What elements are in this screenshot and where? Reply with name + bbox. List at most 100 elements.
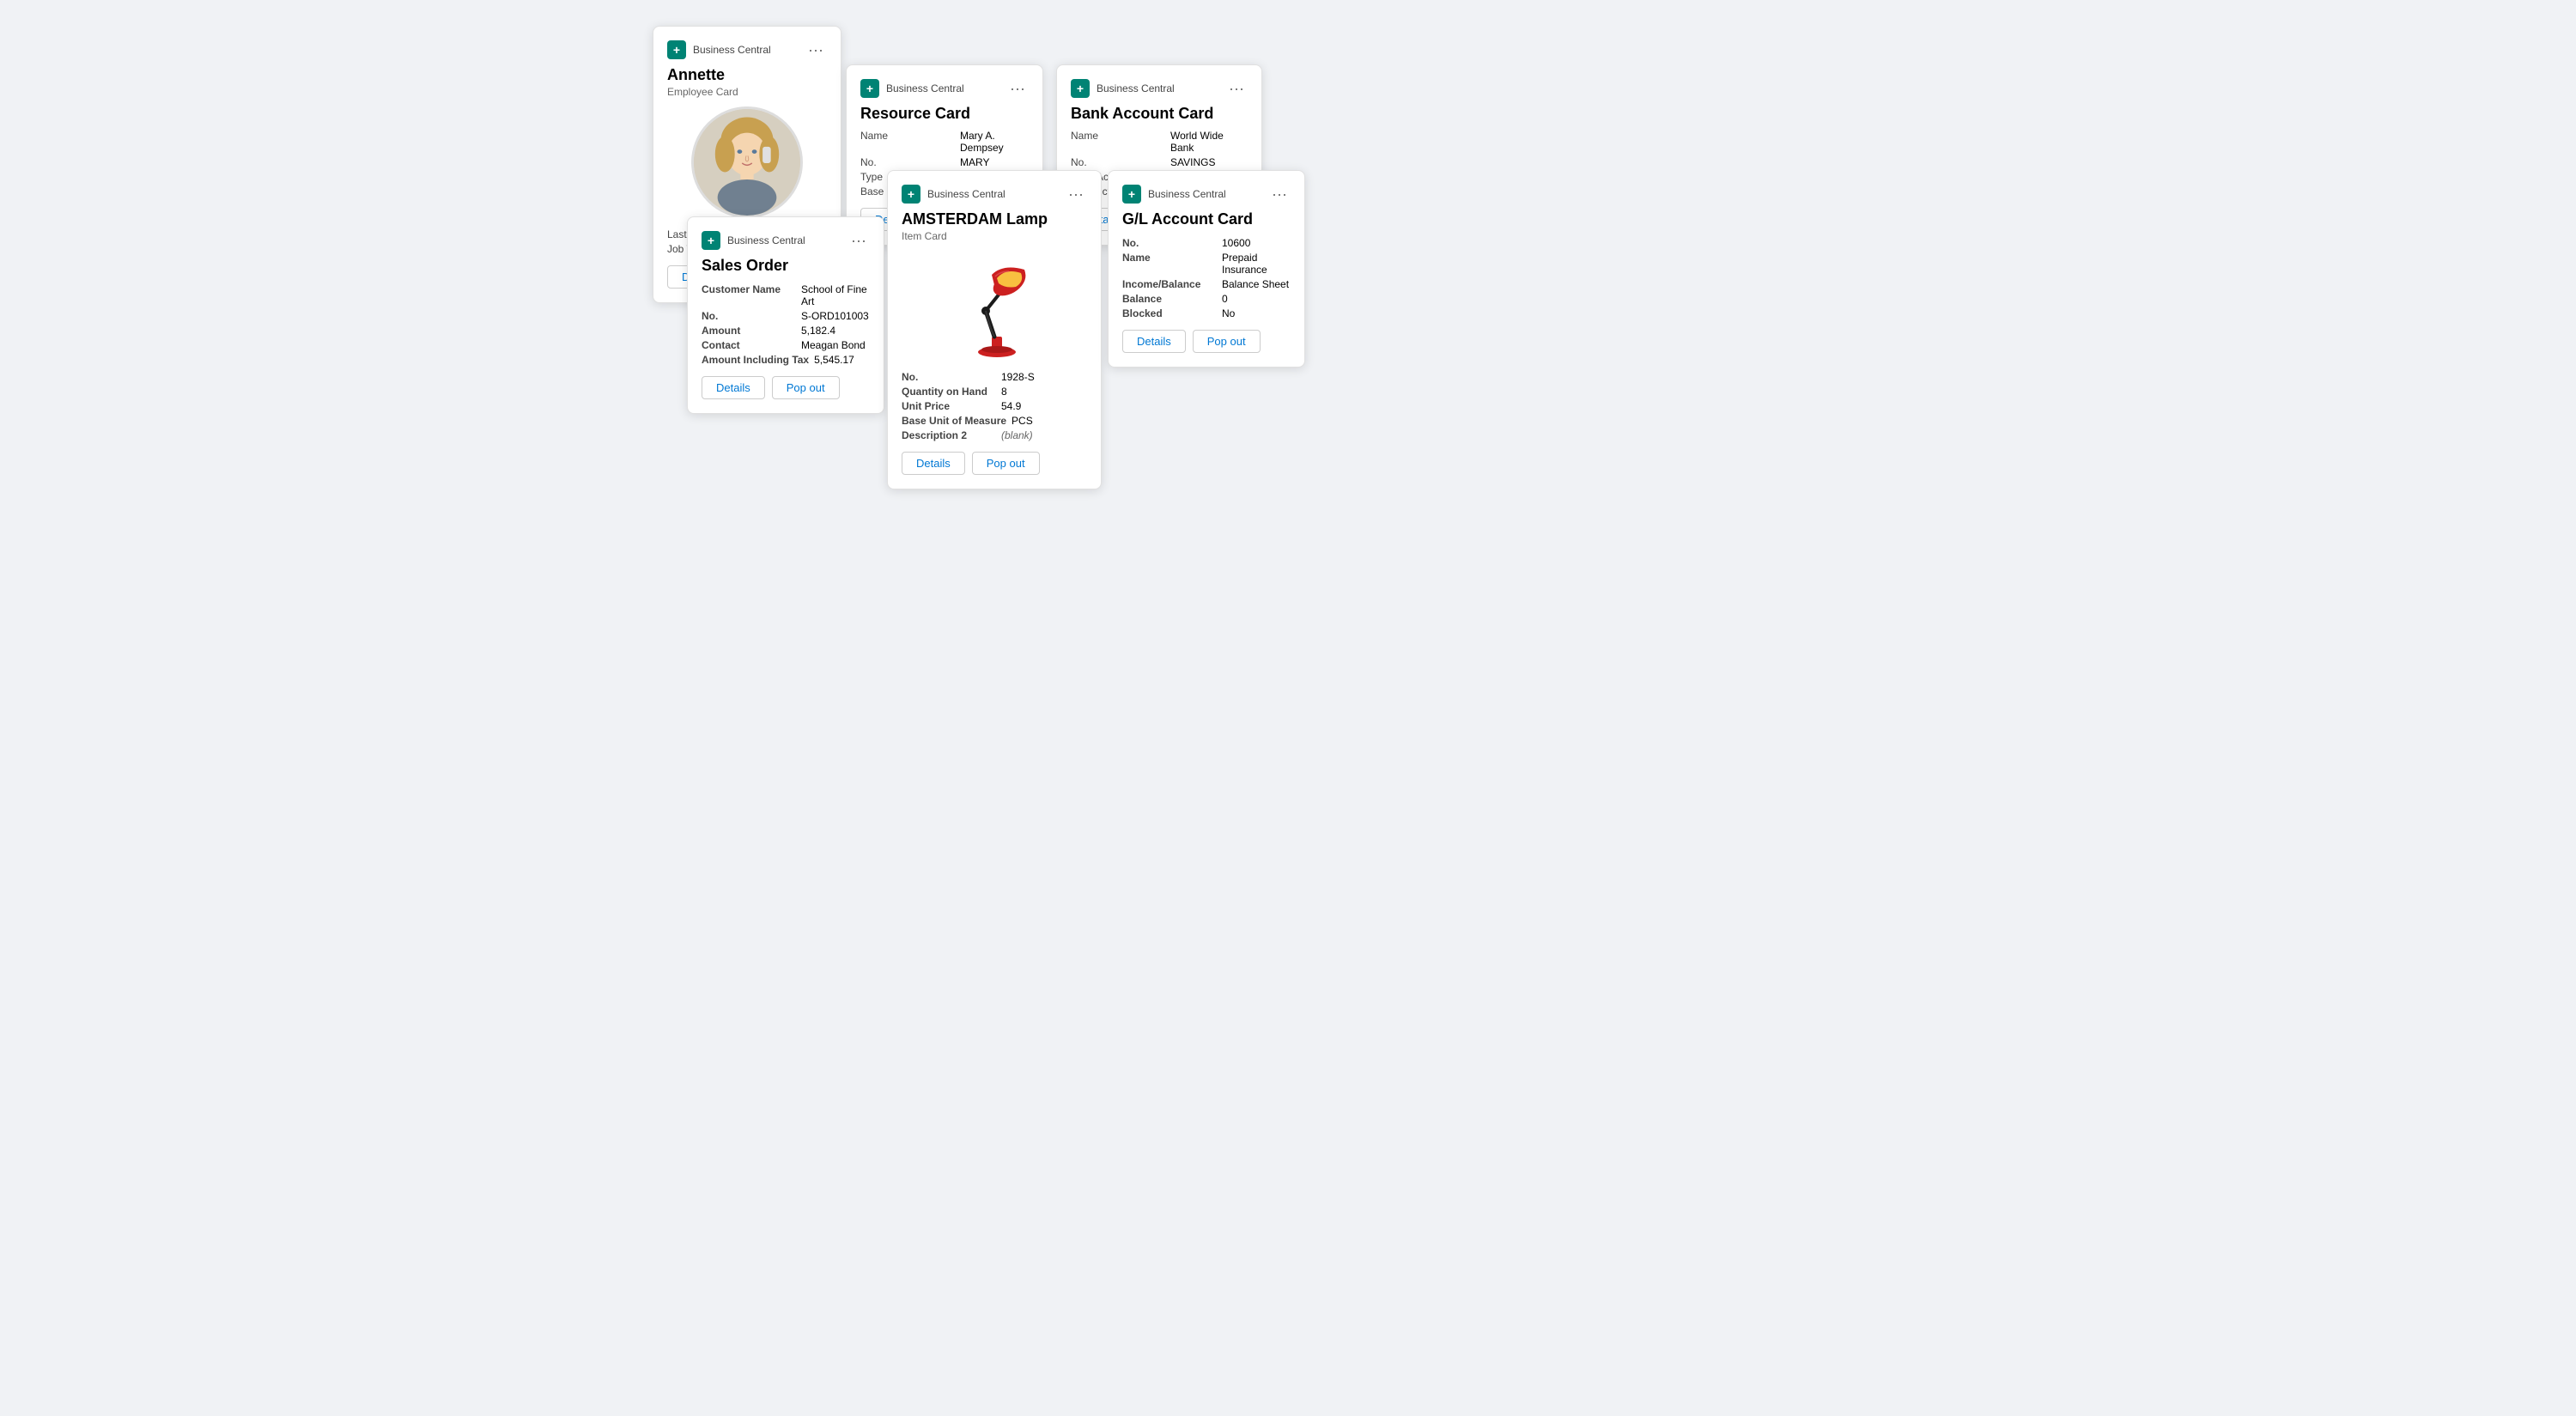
- item-price-row: Unit Price 54.9: [902, 400, 1087, 412]
- more-menu-resource[interactable]: ···: [1006, 79, 1029, 98]
- bc-icon-resource: +: [860, 79, 879, 98]
- resource-card-header: + Business Central ···: [860, 79, 1029, 98]
- bank-name-row: Name World Wide Bank: [1071, 130, 1248, 154]
- employee-avatar-wrap: [667, 106, 827, 218]
- sales-contact-value: Meagan Bond: [801, 339, 866, 351]
- sales-amount-value: 5,182.4: [801, 325, 835, 337]
- more-menu-sales[interactable]: ···: [848, 231, 870, 250]
- item-details-button[interactable]: Details: [902, 452, 965, 475]
- sales-contact-label: Contact: [702, 339, 796, 351]
- bank-name-value: World Wide Bank: [1170, 130, 1248, 154]
- bank-card-header-left: + Business Central: [1071, 79, 1175, 98]
- gl-account-card: + Business Central ··· G/L Account Card …: [1108, 170, 1305, 368]
- more-menu-item[interactable]: ···: [1065, 185, 1087, 204]
- bc-icon-sales: +: [702, 231, 720, 250]
- sales-tax-label: Amount Including Tax: [702, 354, 809, 366]
- sales-customer-row: Customer Name School of Fine Art: [702, 283, 870, 307]
- bank-no-value: SAVINGS: [1170, 156, 1215, 168]
- item-desc2-row: Description 2 (blank): [902, 429, 1087, 441]
- sales-customer-label: Customer Name: [702, 283, 796, 307]
- sales-customer-value: School of Fine Art: [801, 283, 870, 307]
- item-qty-value: 8: [1001, 386, 1007, 398]
- item-no-row: No. 1928-S: [902, 371, 1087, 383]
- bank-name-label: Name: [1071, 130, 1165, 154]
- item-card-header: + Business Central ···: [902, 185, 1087, 204]
- item-popout-button[interactable]: Pop out: [972, 452, 1040, 475]
- bc-label-bank: Business Central: [1097, 82, 1175, 94]
- sales-contact-row: Contact Meagan Bond: [702, 339, 870, 351]
- bc-label-gl: Business Central: [1148, 188, 1226, 200]
- resource-no-label: No.: [860, 156, 955, 168]
- bc-label-employee: Business Central: [693, 44, 771, 56]
- sales-actions: Details Pop out: [702, 376, 870, 399]
- sales-amount-row: Amount 5,182.4: [702, 325, 870, 337]
- gl-name-row: Name Prepaid Insurance: [1122, 252, 1291, 276]
- gl-popout-button[interactable]: Pop out: [1193, 330, 1261, 353]
- bank-no-label: No.: [1071, 156, 1165, 168]
- gl-income-label: Income/Balance: [1122, 278, 1217, 290]
- bc-icon-gl: +: [1122, 185, 1141, 204]
- bc-icon-item: +: [902, 185, 920, 204]
- resource-name-value: Mary A. Dempsey: [960, 130, 1029, 154]
- item-qty-row: Quantity on Hand 8: [902, 386, 1087, 398]
- sales-details-button[interactable]: Details: [702, 376, 765, 399]
- gl-income-row: Income/Balance Balance Sheet: [1122, 278, 1291, 290]
- employee-card-header: + Business Central ···: [667, 40, 827, 59]
- sales-title: Sales Order: [702, 257, 870, 275]
- resource-card-header-left: + Business Central: [860, 79, 964, 98]
- gl-no-value: 10600: [1222, 237, 1250, 249]
- bc-icon-bank: +: [1071, 79, 1090, 98]
- resource-no-row: No. MARY: [860, 156, 1029, 168]
- item-baseunit-row: Base Unit of Measure PCS: [902, 415, 1087, 427]
- gl-balance-row: Balance 0: [1122, 293, 1291, 305]
- bc-label-sales: Business Central: [727, 234, 805, 246]
- item-baseunit-label: Base Unit of Measure: [902, 415, 1006, 427]
- gl-no-label: No.: [1122, 237, 1217, 249]
- gl-blocked-label: Blocked: [1122, 307, 1217, 319]
- bank-title: Bank Account Card: [1071, 105, 1248, 123]
- employee-subtitle: Employee Card: [667, 86, 827, 98]
- sales-amount-label: Amount: [702, 325, 796, 337]
- bank-no-row: No. SAVINGS: [1071, 156, 1248, 168]
- bc-icon-employee: +: [667, 40, 686, 59]
- sales-card-header: + Business Central ···: [702, 231, 870, 250]
- employee-title: Annette: [667, 66, 827, 84]
- item-price-value: 54.9: [1001, 400, 1021, 412]
- employee-card-header-left: + Business Central: [667, 40, 771, 59]
- gl-blocked-value: No: [1222, 307, 1235, 319]
- more-menu-employee[interactable]: ···: [805, 40, 827, 59]
- avatar-svg: [694, 109, 800, 216]
- gl-balance-value: 0: [1222, 293, 1228, 305]
- gl-balance-label: Balance: [1122, 293, 1217, 305]
- item-desc2-value: (blank): [1001, 429, 1033, 441]
- sales-no-row: No. S-ORD101003: [702, 310, 870, 322]
- sales-no-label: No.: [702, 310, 796, 322]
- gl-income-value: Balance Sheet: [1222, 278, 1289, 290]
- sales-popout-button[interactable]: Pop out: [772, 376, 840, 399]
- sales-no-value: S-ORD101003: [801, 310, 869, 322]
- sales-tax-value: 5,545.17: [814, 354, 854, 366]
- item-qty-label: Quantity on Hand: [902, 386, 996, 398]
- item-price-label: Unit Price: [902, 400, 996, 412]
- resource-name-row: Name Mary A. Dempsey: [860, 130, 1029, 154]
- item-no-value: 1928-S: [1001, 371, 1035, 383]
- item-baseunit-value: PCS: [1012, 415, 1033, 427]
- item-title: AMSTERDAM Lamp: [902, 210, 1087, 228]
- more-menu-gl[interactable]: ···: [1268, 185, 1291, 204]
- gl-name-label: Name: [1122, 252, 1217, 276]
- more-menu-bank[interactable]: ···: [1225, 79, 1248, 98]
- gl-name-value: Prepaid Insurance: [1222, 252, 1291, 276]
- bc-label-resource: Business Central: [886, 82, 964, 94]
- sales-card-header-left: + Business Central: [702, 231, 805, 250]
- lamp-image-container: [902, 251, 1087, 362]
- item-subtitle: Item Card: [902, 230, 1087, 242]
- lamp-svg: [939, 251, 1050, 362]
- resource-title: Resource Card: [860, 105, 1029, 123]
- sales-tax-row: Amount Including Tax 5,545.17: [702, 354, 870, 366]
- item-no-label: No.: [902, 371, 996, 383]
- gl-card-header: + Business Central ···: [1122, 185, 1291, 204]
- gl-title: G/L Account Card: [1122, 210, 1291, 228]
- gl-details-button[interactable]: Details: [1122, 330, 1186, 353]
- item-card: + Business Central ··· AMSTERDAM Lamp It…: [887, 170, 1102, 489]
- item-card-header-left: + Business Central: [902, 185, 1005, 204]
